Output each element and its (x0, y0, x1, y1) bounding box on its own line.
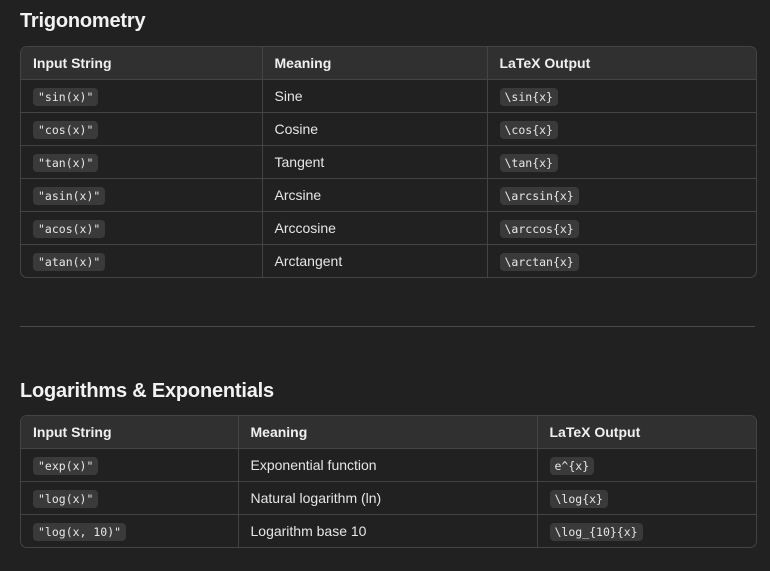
table-row: "cos(x)" Cosine \cos{x} (21, 112, 756, 146)
input-cell: "acos(x)" (21, 211, 263, 245)
latex-cell: \tan{x} (487, 145, 756, 179)
meaning-cell: Arcsine (262, 178, 488, 212)
column-header-latex-output: LaTeX Output (537, 416, 756, 449)
latex-code: \log{x} (549, 490, 608, 508)
table-row: "log(x, 10)" Logarithm base 10 \log_{10}… (21, 514, 756, 548)
trigonometry-heading: Trigonometry (20, 10, 146, 32)
input-code: "exp(x)" (33, 457, 99, 475)
table-header-row: Input String Meaning LaTeX Output (21, 47, 756, 80)
meaning-cell: Sine (262, 79, 488, 113)
meaning-cell: Natural logarithm (ln) (238, 481, 538, 515)
trigonometry-table: Input String Meaning LaTeX Output "sin(x… (20, 46, 757, 278)
latex-code: \tan{x} (499, 154, 558, 172)
input-cell: "cos(x)" (21, 112, 263, 146)
latex-cell: \arctan{x} (487, 245, 756, 278)
table-row: "atan(x)" Arctangent \arctan{x} (21, 244, 756, 278)
latex-cell: \arccos{x} (487, 211, 756, 245)
input-cell: "tan(x)" (21, 145, 263, 179)
meaning-cell: Arccosine (262, 211, 488, 245)
latex-code: \arccos{x} (499, 220, 579, 238)
latex-cell: e^{x} (537, 448, 756, 482)
table-row: "log(x)" Natural logarithm (ln) \log{x} (21, 481, 756, 515)
table-row: "sin(x)" Sine \sin{x} (21, 79, 756, 113)
latex-cell: \log_{10}{x} (537, 515, 756, 548)
latex-code: \sin{x} (499, 88, 558, 106)
meaning-cell: Exponential function (238, 448, 538, 482)
meaning-cell: Logarithm base 10 (238, 514, 538, 547)
input-code: "log(x)" (33, 490, 99, 508)
latex-code: \arcsin{x} (499, 187, 579, 205)
table-row: "exp(x)" Exponential function e^{x} (21, 448, 756, 482)
table-header-row: Input String Meaning LaTeX Output (21, 416, 756, 449)
input-cell: "atan(x)" (21, 244, 263, 277)
input-code: "atan(x)" (33, 253, 106, 271)
input-code: "asin(x)" (33, 187, 106, 205)
column-header-meaning: Meaning (238, 416, 538, 449)
table-row: "tan(x)" Tangent \tan{x} (21, 145, 756, 179)
input-code: "cos(x)" (33, 121, 99, 139)
logarithms-table: Input String Meaning LaTeX Output "exp(x… (20, 415, 757, 548)
meaning-cell: Tangent (262, 145, 488, 179)
latex-code: \arctan{x} (499, 253, 579, 271)
meaning-cell: Cosine (262, 112, 488, 146)
latex-code: e^{x} (549, 457, 595, 475)
latex-cell: \log{x} (537, 481, 756, 515)
column-header-latex-output: LaTeX Output (487, 47, 756, 80)
latex-cell: \arcsin{x} (487, 178, 756, 212)
column-header-meaning: Meaning (262, 47, 488, 80)
column-header-input-string: Input String (21, 416, 239, 449)
logarithms-heading: Logarithms & Exponentials (20, 380, 274, 402)
table-row: "acos(x)" Arccosine \arccos{x} (21, 211, 756, 245)
input-cell: "sin(x)" (21, 79, 263, 113)
column-header-input-string: Input String (21, 47, 263, 80)
latex-code: \cos{x} (499, 121, 558, 139)
input-code: "tan(x)" (33, 154, 99, 172)
input-cell: "exp(x)" (21, 448, 239, 482)
input-cell: "log(x)" (21, 481, 239, 515)
meaning-cell: Arctangent (262, 244, 488, 277)
input-code: "log(x, 10)" (33, 523, 127, 541)
input-code: "sin(x)" (33, 88, 99, 106)
section-divider (20, 326, 755, 327)
latex-cell: \cos{x} (487, 112, 756, 146)
table-row: "asin(x)" Arcsine \arcsin{x} (21, 178, 756, 212)
input-code: "acos(x)" (33, 220, 106, 238)
latex-cell: \sin{x} (487, 79, 756, 113)
input-cell: "asin(x)" (21, 178, 263, 212)
input-cell: "log(x, 10)" (21, 514, 239, 547)
latex-code: \log_{10}{x} (549, 523, 643, 541)
